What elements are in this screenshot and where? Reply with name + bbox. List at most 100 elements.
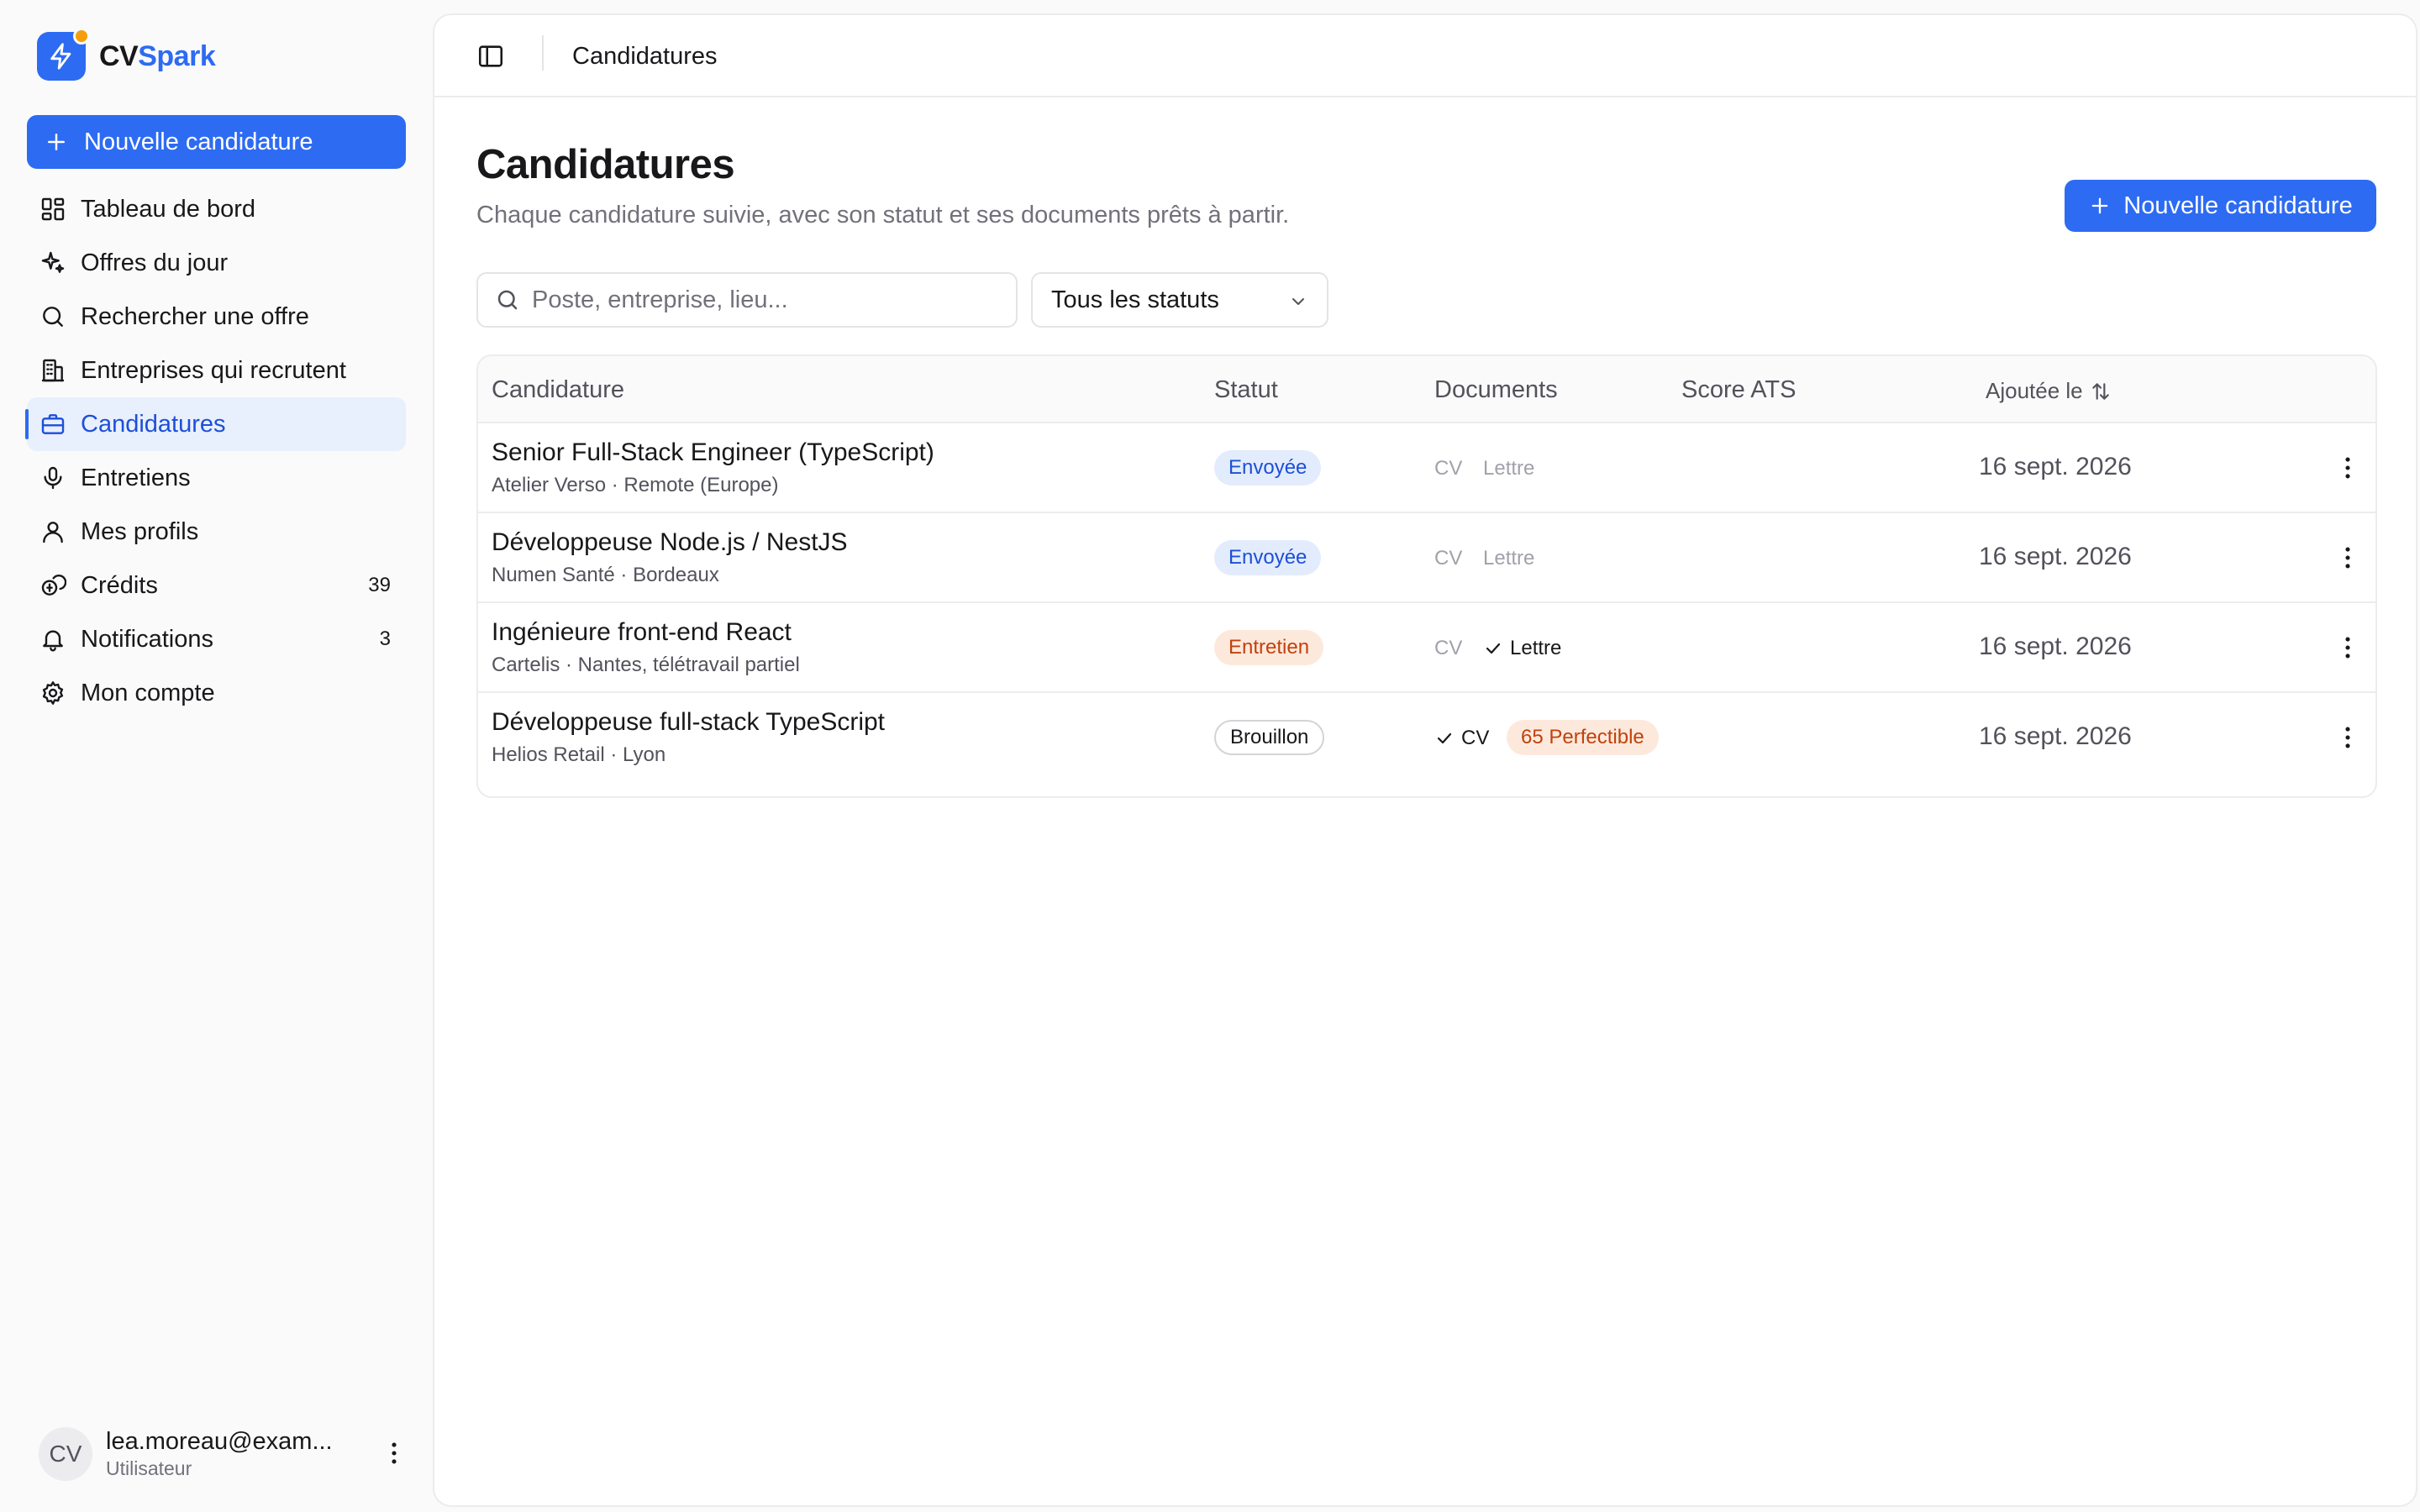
header-application: Candidature [492,376,624,403]
sidebar-new-application-label: Nouvelle candidature [84,128,313,155]
sidebar-item-label: Entretiens [81,464,191,491]
header-documents: Documents [1434,376,1558,403]
header-added-date-sort[interactable]: Ajoutée le [1986,378,2112,404]
bell-icon [39,625,67,654]
search-input[interactable] [532,286,1002,314]
coins-icon [39,571,67,600]
search-icon [39,302,67,331]
page-subtitle: Chaque candidature suivie, avec son stat… [476,202,1290,228]
user-role: Utilisateur [106,1457,192,1479]
chevron-down-icon [1288,291,1308,312]
application-title[interactable]: Ingénieure front-end React [492,618,792,647]
status-badge: Envoyée [1214,450,1322,486]
status-filter-select[interactable]: Tous les statuts [1031,272,1328,328]
main-panel: Candidatures Candidatures Chaque candida… [433,13,2417,1507]
sidebar-item-entreprises-qui-recrutent[interactable]: Entreprises qui recrutent [27,344,406,397]
count-badge: 39 [368,574,391,596]
application-title[interactable]: Senior Full-Stack Engineer (TypeScript) [492,438,934,467]
sidebar-item-credits[interactable]: Crédits 39 [27,559,406,612]
application-company: Atelier Verso · Remote (Europe) [492,474,779,496]
sidebar-item-label: Crédits [81,571,158,599]
table-row[interactable]: Senior Full-Stack Engineer (TypeScript) … [478,423,2375,513]
status-filter-value: Tous les statuts [1051,286,1219,313]
added-date: 16 sept. 2026 [1979,633,2132,660]
more-vertical-icon[interactable] [380,1439,408,1467]
more-vertical-icon[interactable] [2333,633,2362,662]
header-ats-score: Score ATS [1681,376,1797,403]
sidebar-toggle-icon[interactable] [476,42,505,71]
table-row[interactable]: Développeuse Node.js / NestJS Numen Sant… [478,513,2375,603]
table-row[interactable]: Ingénieure front-end React Cartelis · Na… [478,603,2375,693]
gear-icon [39,679,67,707]
application-company: Numen Santé · Bordeaux [492,564,719,586]
applications-table: Candidature Statut Documents Score ATS A… [476,354,2377,798]
cv-document: CV [1434,457,1462,480]
table-body: Senior Full-Stack Engineer (TypeScript) … [478,423,2375,783]
sparkles-icon [39,249,67,277]
sidebar: CVSpark Nouvelle candidature Tableau de … [0,0,429,1512]
search-icon [495,287,520,312]
user-email: lea.moreau@exam... [106,1428,333,1455]
table-row[interactable]: Développeuse full-stack TypeScript Helio… [478,693,2375,783]
status-badge: Envoyée [1214,540,1322,575]
added-date: 16 sept. 2026 [1979,543,2132,570]
sidebar-item-tableau-de-bord[interactable]: Tableau de bord [27,182,406,236]
sidebar-item-mes-profils[interactable]: Mes profils [27,505,406,559]
application-title[interactable]: Développeuse full-stack TypeScript [492,708,885,737]
sidebar-item-mon-compte[interactable]: Mon compte [27,666,406,720]
cv-document: CV [1434,727,1489,750]
letter-document: Lettre [1483,457,1534,480]
sidebar-item-label: Notifications [81,625,213,653]
breadcrumb: Candidatures [572,43,718,70]
user-card[interactable]: CV lea.moreau@exam... Utilisateur [39,1425,408,1483]
sidebar-item-label: Mes profils [81,517,199,545]
search-field[interactable] [476,272,1018,328]
page-title: Candidatures [476,142,735,187]
sidebar-item-candidatures[interactable]: Candidatures [25,397,406,451]
sidebar-item-label: Tableau de bord [81,195,255,223]
application-title[interactable]: Développeuse Node.js / NestJS [492,528,848,557]
letter-document-label: Lettre [1483,457,1535,480]
more-vertical-icon[interactable] [2333,723,2362,752]
header-added-date: Ajoutée le [1986,378,2083,403]
sidebar-item-notifications[interactable]: Notifications 3 [27,612,406,666]
letter-document: Lettre [1483,637,1561,660]
cv-document: CV [1434,637,1462,660]
plus-icon [44,129,84,155]
letter-document: Lettre [1483,547,1534,570]
brand-suffix: Spark [138,39,216,72]
building-icon [39,356,67,385]
table-header: Candidature Statut Documents Score ATS A… [478,356,2375,423]
microphone-icon [39,464,67,492]
more-vertical-icon[interactable] [2333,454,2362,482]
application-company: Cartelis · Nantes, télétravail partiel [492,654,800,676]
sidebar-item-label: Mon compte [81,679,215,706]
briefcase-icon [39,410,67,438]
check-icon [1434,728,1455,748]
sidebar-item-label: Offres du jour [81,249,229,276]
ats-score-badge: 65 Perfectible [1507,720,1659,755]
letter-document-label: Lettre [1483,547,1535,570]
header-status: Statut [1214,376,1278,403]
more-vertical-icon[interactable] [2333,543,2362,572]
brand-prefix: CV [99,39,139,72]
notification-dot [73,28,90,45]
cv-document-label: CV [1434,637,1463,659]
sidebar-item-label: Candidatures [81,410,226,438]
brand-logo[interactable]: CVSpark [37,28,216,81]
added-date: 16 sept. 2026 [1979,722,2132,750]
new-application-button[interactable]: Nouvelle candidature [2065,180,2376,232]
cv-document-label: CV [1434,547,1463,570]
sidebar-item-offres-du-jour[interactable]: Offres du jour [27,236,406,290]
lightning-icon [37,28,90,81]
status-badge: Entretien [1214,630,1324,665]
count-badge: 3 [379,627,391,650]
sidebar-item-entretiens[interactable]: Entretiens [27,451,406,505]
topbar-divider [542,35,544,71]
sidebar-item-rechercher-une-offre[interactable]: Rechercher une offre [27,290,406,344]
cv-document-label: CV [1461,727,1490,749]
application-company: Helios Retail · Lyon [492,743,666,766]
plus-icon [2088,194,2123,218]
sidebar-new-application-button[interactable]: Nouvelle candidature [27,115,406,169]
status-badge: Brouillon [1214,720,1325,755]
